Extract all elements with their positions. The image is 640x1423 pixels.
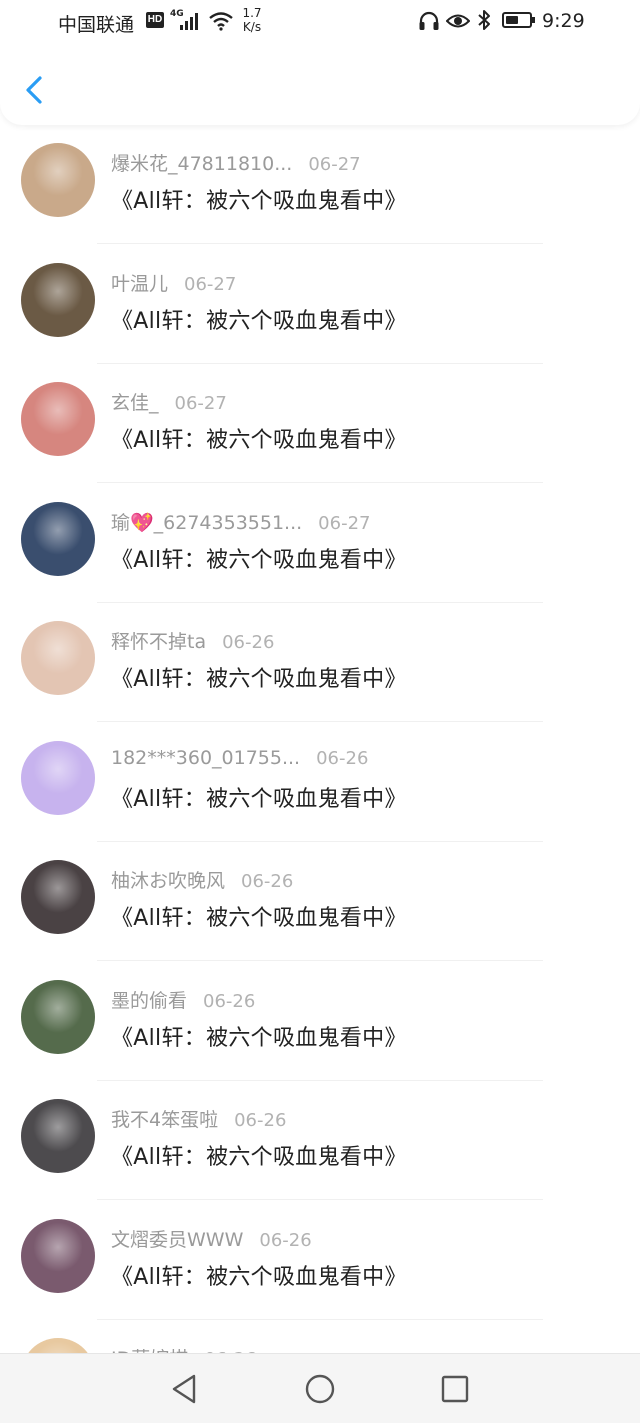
system-navbar	[0, 1353, 640, 1423]
item-meta: 玄佳_ 06-27	[111, 388, 227, 414]
avatar[interactable]	[21, 979, 95, 1054]
date-label: 06-26	[241, 871, 294, 892]
username[interactable]: 瑜💖_6274353551...	[111, 512, 302, 534]
username[interactable]: 柚沐お吹晚风	[111, 870, 225, 892]
list-item[interactable]: 文熠委员WWW 06-26 《All轩：被六个吸血鬼看中》	[0, 1201, 640, 1320]
date-label: 06-26	[316, 747, 369, 769]
item-meta: 释怀不掉ta 06-26	[111, 627, 274, 653]
list-item[interactable]: 释怀不掉ta 06-26 《All轩：被六个吸血鬼看中》	[0, 603, 640, 722]
date-label: 06-26	[222, 632, 275, 653]
comment-content: 《All轩：被六个吸血鬼看中》	[111, 1025, 407, 1051]
item-meta: 182***360_01755... 06-26	[111, 747, 368, 773]
comment-content: 《All轩：被六个吸血鬼看中》	[111, 428, 407, 453]
avatar[interactable]	[21, 740, 95, 815]
date-label: 06-27	[174, 393, 227, 414]
date-label: 06-27	[184, 273, 237, 295]
list-item[interactable]: 我不4笨蛋啦 06-26 《All轩：被六个吸血鬼看中》	[0, 1081, 640, 1200]
avatar[interactable]	[21, 621, 95, 695]
comment-content: 《All轩：被六个吸血鬼看中》	[111, 1264, 407, 1290]
comment-content: 《All轩：被六个吸血鬼看中》	[111, 906, 407, 931]
avatar[interactable]	[21, 262, 95, 337]
comment-content: 《All轩：被六个吸血鬼看中》	[111, 1145, 407, 1170]
headphone-icon	[419, 11, 439, 30]
username[interactable]: 182***360_01755...	[111, 747, 300, 769]
avatar[interactable]	[21, 1099, 95, 1173]
comment-content: 《All轩：被六个吸血鬼看中》	[111, 786, 407, 812]
comment-content: 《All轩：被六个吸血鬼看中》	[111, 189, 407, 214]
list-item[interactable]: 182***360_01755... 06-26 《All轩：被六个吸血鬼看中》	[0, 723, 640, 842]
network-speed: 1.7 K/s	[241, 6, 263, 34]
list-item[interactable]: 爆米花_47811810... 06-27 《All轩：被六个吸血鬼看中》	[0, 125, 640, 244]
signal-icon	[180, 12, 202, 30]
username[interactable]: 墨的偷看	[111, 990, 187, 1012]
item-meta: 叶温儿 06-27	[111, 269, 236, 295]
username[interactable]: 玄佳_	[111, 392, 159, 414]
hd-badge: HD	[146, 12, 164, 28]
avatar[interactable]	[21, 143, 95, 217]
triangle-back-icon[interactable]	[168, 1372, 202, 1406]
list-item[interactable]: 叶温儿 06-27 《All轩：被六个吸血鬼看中》	[0, 245, 640, 364]
status-bar: 中国联通 HD 4G 1.7 K/s 9:29	[0, 0, 640, 44]
avatar[interactable]	[21, 860, 95, 934]
username[interactable]: 释怀不掉ta	[111, 631, 206, 653]
date-label: 06-27	[308, 154, 361, 175]
speed-value: 1.7	[242, 6, 262, 20]
list-item[interactable]: ID慕婉棋06-26	[0, 1320, 640, 1355]
comment-content: 《All轩：被六个吸血鬼看中》	[111, 547, 407, 573]
date-label: 06-26	[259, 1229, 312, 1251]
clock: 9:29	[542, 10, 585, 32]
square-recents-icon[interactable]	[438, 1372, 472, 1406]
item-meta: 我不4笨蛋啦 06-26	[111, 1105, 286, 1131]
avatar[interactable]	[21, 501, 95, 576]
carrier-name: 中国联通	[58, 14, 135, 36]
battery-icon	[502, 12, 535, 28]
comment-list: 爆米花_47811810... 06-27 《All轩：被六个吸血鬼看中》 叶温儿 06…	[0, 125, 640, 1355]
date-label: 06-26	[203, 990, 256, 1012]
comment-content: 《All轩：被六个吸血鬼看中》	[111, 308, 407, 334]
username[interactable]: 文熠委员WWW	[111, 1229, 243, 1251]
list-item[interactable]: 瑜💖_6274353551... 06-27 《All轩：被六个吸血鬼看中》	[0, 484, 640, 603]
speed-unit: K/s	[242, 20, 262, 34]
comment-content: 《All轩：被六个吸血鬼看中》	[111, 667, 407, 692]
bluetooth-icon	[478, 10, 490, 30]
wifi-icon	[209, 12, 233, 31]
list-item[interactable]: 玄佳_ 06-27 《All轩：被六个吸血鬼看中》	[0, 364, 640, 483]
item-meta: 柚沐お吹晚风 06-26	[111, 866, 293, 892]
chevron-left-icon[interactable]	[18, 72, 54, 108]
circle-home-icon[interactable]	[303, 1372, 337, 1406]
date-label: 06-26	[234, 1110, 287, 1131]
avatar[interactable]	[21, 382, 95, 456]
item-meta: 墨的偷看 06-26	[111, 986, 255, 1012]
item-meta: 瑜💖_6274353551... 06-27	[111, 508, 370, 534]
list-item[interactable]: 墨的偷看 06-26 《All轩：被六个吸血鬼看中》	[0, 962, 640, 1081]
top-header-card: 中国联通 HD 4G 1.7 K/s 9:29	[0, 0, 640, 125]
item-meta: 文熠委员WWW 06-26	[111, 1225, 312, 1251]
username[interactable]: 叶温儿	[111, 273, 168, 295]
list-item[interactable]: 柚沐お吹晚风 06-26 《All轩：被六个吸血鬼看中》	[0, 842, 640, 961]
username[interactable]: 爆米花_47811810...	[111, 153, 292, 175]
avatar[interactable]	[21, 1218, 95, 1293]
item-meta: 爆米花_47811810... 06-27	[111, 149, 361, 175]
date-label: 06-27	[318, 512, 371, 534]
eye-icon	[446, 14, 470, 28]
username[interactable]: 我不4笨蛋啦	[111, 1109, 218, 1131]
